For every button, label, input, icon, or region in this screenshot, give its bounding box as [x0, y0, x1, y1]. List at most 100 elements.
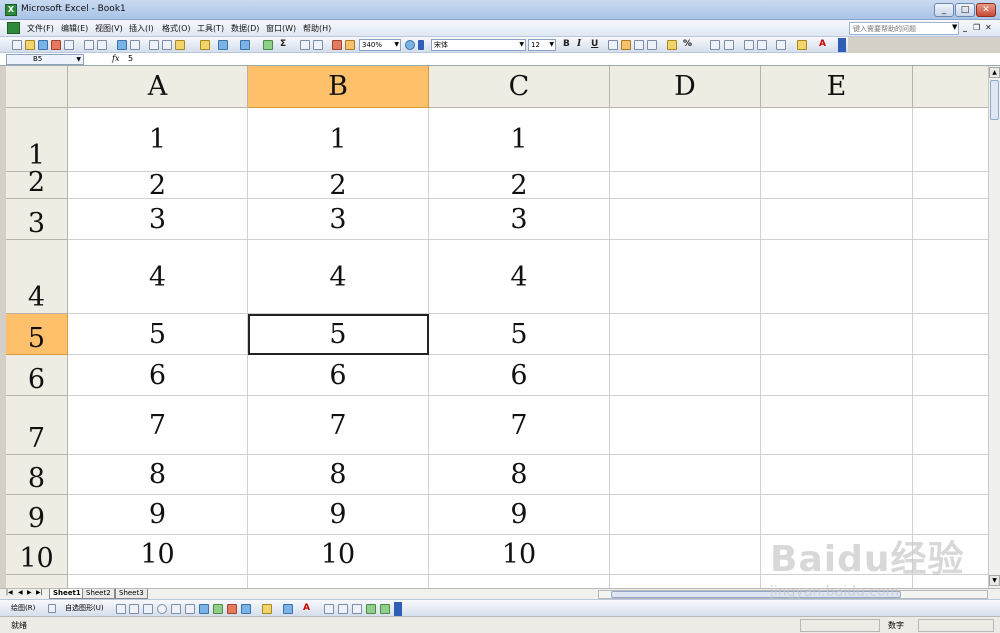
clipart-icon[interactable] — [227, 604, 237, 614]
print-icon[interactable] — [84, 40, 94, 50]
cell-f7[interactable] — [913, 396, 988, 455]
cell-e4[interactable] — [761, 240, 913, 314]
menu-help[interactable]: 帮助(H) — [303, 23, 331, 34]
insert-function-icon[interactable]: fx — [112, 54, 119, 63]
menu-window[interactable]: 窗口(W) — [266, 23, 296, 34]
vertical-scroll-thumb[interactable] — [990, 80, 999, 120]
menu-view[interactable]: 视图(V) — [95, 23, 123, 34]
menu-format[interactable]: 格式(O) — [162, 23, 191, 34]
maximize-button[interactable]: □ — [955, 3, 975, 17]
row-header-4[interactable]: 4 — [6, 240, 68, 314]
cell-d7[interactable] — [610, 396, 761, 455]
cell-b2[interactable]: 2 — [248, 170, 429, 201]
row-header-1[interactable]: 1 — [6, 108, 68, 172]
cell-a2[interactable]: 2 — [68, 170, 248, 201]
cell-e2[interactable] — [761, 172, 913, 199]
hyperlink-icon[interactable] — [263, 40, 273, 50]
cell-a11[interactable] — [68, 575, 248, 588]
fill-color-icon[interactable] — [262, 604, 272, 614]
toolbar-options-icon[interactable] — [394, 602, 402, 616]
row-header-6[interactable]: 6 — [6, 355, 68, 396]
row-header-3[interactable]: 3 — [6, 199, 68, 240]
cell-a1[interactable]: 1 — [68, 108, 248, 172]
cell-a10[interactable]: 10 — [68, 535, 248, 575]
column-header-d[interactable]: D — [610, 66, 761, 108]
cell-b6[interactable]: 6 — [248, 355, 429, 396]
font-select[interactable]: 宋体 ▼ — [431, 39, 526, 51]
sort-ascending-icon[interactable] — [300, 40, 310, 50]
toolbar-options-icon[interactable] — [838, 38, 846, 52]
cell-d9[interactable] — [610, 495, 761, 535]
copy-icon[interactable] — [162, 40, 172, 50]
workbook-minimize-button[interactable]: _ — [963, 23, 967, 32]
workbook-close-button[interactable]: ✕ — [985, 23, 992, 32]
cell-f4[interactable] — [913, 240, 988, 314]
cell-b5[interactable]: 5 — [248, 314, 429, 355]
row-header-2[interactable]: 2 — [6, 167, 68, 199]
row-header-9[interactable]: 9 — [6, 495, 68, 535]
cell-c8[interactable]: 8 — [429, 455, 610, 495]
cell-f3[interactable] — [913, 199, 988, 240]
arrow-icon[interactable] — [129, 604, 139, 614]
increase-decimal-icon[interactable] — [710, 40, 720, 50]
column-header-a[interactable]: A — [68, 66, 248, 108]
rectangle-icon[interactable] — [143, 604, 153, 614]
draw-menu-button[interactable]: 绘图(R) — [11, 603, 35, 613]
cell-a6[interactable]: 6 — [68, 355, 248, 396]
column-header-b[interactable]: B — [248, 66, 429, 108]
cell-b11[interactable] — [248, 575, 429, 588]
menu-file[interactable]: 文件(F) — [27, 23, 54, 34]
format-painter-icon[interactable] — [200, 40, 210, 50]
select-all-button[interactable] — [6, 66, 68, 108]
cell-f2[interactable] — [913, 172, 988, 199]
menu-edit[interactable]: 编辑(E) — [61, 23, 88, 34]
oval-icon[interactable] — [157, 604, 167, 614]
tab-sheet1[interactable]: Sheet1 — [49, 589, 85, 599]
cell-e5[interactable] — [761, 314, 913, 355]
cell-f8[interactable] — [913, 455, 988, 495]
cell-f5[interactable] — [913, 314, 988, 355]
cell-e9[interactable] — [761, 495, 913, 535]
print-preview-icon[interactable] — [97, 40, 107, 50]
email-icon[interactable] — [64, 40, 74, 50]
underline-button[interactable]: U — [591, 39, 598, 49]
vertical-textbox-icon[interactable] — [185, 604, 195, 614]
research-icon[interactable] — [130, 40, 140, 50]
menu-tools[interactable]: 工具(T) — [197, 23, 224, 34]
cell-e8[interactable] — [761, 455, 913, 495]
cell-c7[interactable]: 7 — [429, 396, 610, 455]
merge-center-icon[interactable] — [647, 40, 657, 50]
menu-data[interactable]: 数据(D) — [231, 23, 259, 34]
arrow-style-icon[interactable] — [352, 604, 362, 614]
column-header-c[interactable]: C — [429, 66, 610, 108]
shadow-style-icon[interactable] — [366, 604, 376, 614]
3d-style-icon[interactable] — [380, 604, 390, 614]
font-color-button[interactable]: A — [819, 39, 826, 49]
row-header-11[interactable] — [6, 575, 68, 588]
column-header-e[interactable]: E — [761, 66, 913, 108]
row-header-7[interactable]: 7 — [6, 396, 68, 455]
vertical-scrollbar[interactable]: ▲ ▼ — [988, 66, 1000, 588]
cell-b8[interactable]: 8 — [248, 455, 429, 495]
last-sheet-icon[interactable]: ▶| — [36, 589, 43, 596]
dash-style-icon[interactable] — [338, 604, 348, 614]
line-color-icon[interactable] — [283, 604, 293, 614]
bold-button[interactable]: B — [563, 39, 570, 49]
cell-d4[interactable] — [610, 240, 761, 314]
open-folder-icon[interactable] — [25, 40, 35, 50]
fill-color-icon[interactable] — [797, 40, 807, 50]
tab-sheet2[interactable]: Sheet2 — [82, 589, 115, 599]
cell-a5[interactable]: 5 — [68, 314, 248, 355]
line-icon[interactable] — [116, 604, 126, 614]
cell-c2[interactable]: 2 — [429, 170, 610, 201]
undo-icon[interactable] — [218, 40, 228, 50]
cell-c3[interactable]: 3 — [429, 199, 610, 240]
cell-a7[interactable]: 7 — [68, 396, 248, 455]
cell-b7[interactable]: 7 — [248, 396, 429, 455]
chevron-down-icon[interactable]: ▼ — [952, 23, 957, 31]
workbook-icon[interactable] — [7, 22, 20, 34]
select-objects-icon[interactable] — [48, 604, 56, 613]
name-box[interactable]: B5 ▼ — [6, 54, 84, 65]
increase-indent-icon[interactable] — [757, 40, 767, 50]
cell-b3[interactable]: 3 — [248, 199, 429, 240]
